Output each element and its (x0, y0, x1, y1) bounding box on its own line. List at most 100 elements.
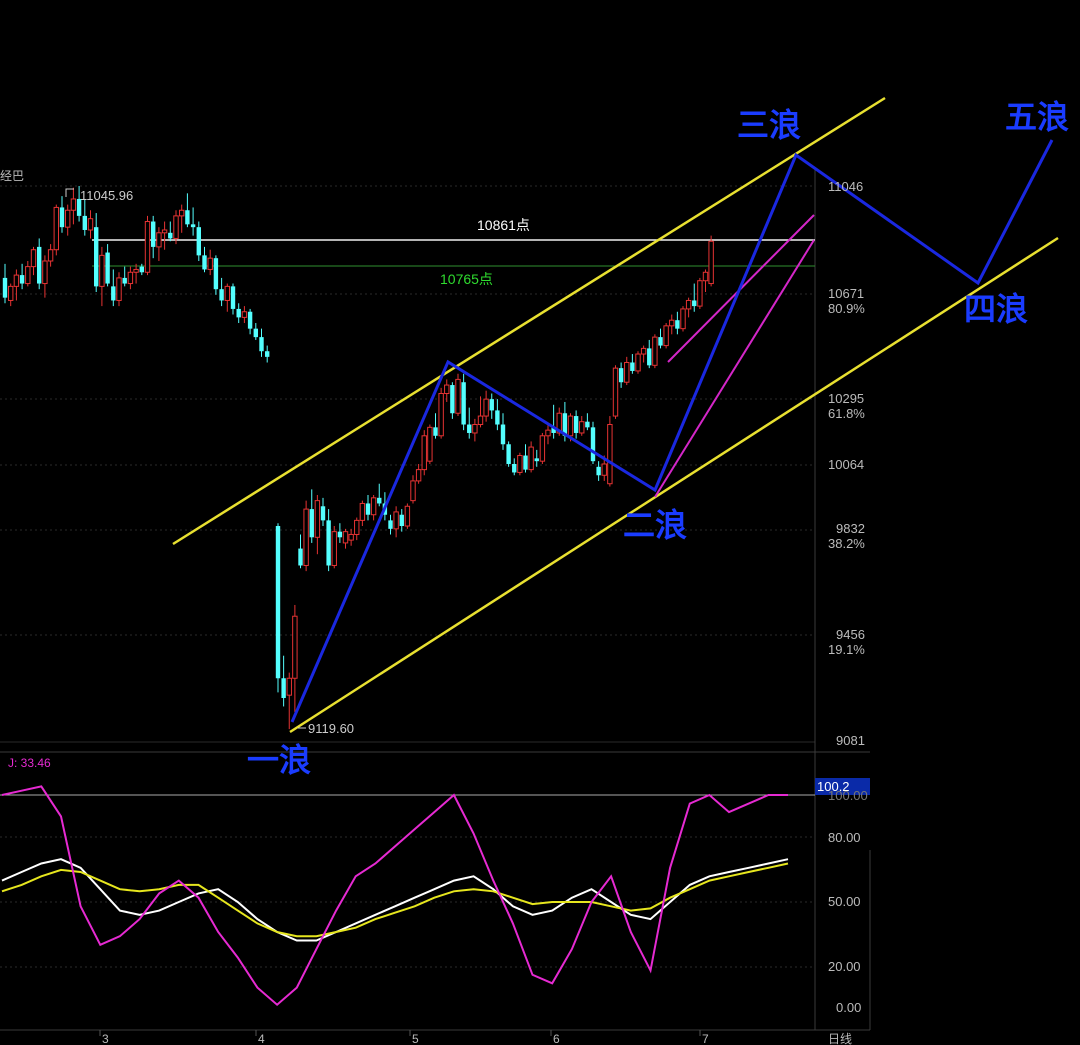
candle-body (708, 240, 714, 285)
candle-body (596, 466, 601, 476)
low-label: 9119.60 (308, 721, 354, 736)
wave-1-label: 一浪 (247, 742, 311, 778)
candle-body (25, 266, 31, 285)
candle-body (156, 232, 162, 248)
candle-body (122, 277, 127, 284)
candle-body (133, 268, 139, 273)
kdj-tick-label: 0.00 (836, 1000, 861, 1015)
candle (144, 215, 151, 276)
candle-body (517, 455, 523, 473)
candle-body (461, 382, 466, 425)
candle-body (144, 221, 151, 273)
period-label: 日线 (828, 1032, 852, 1045)
candle-body (65, 209, 71, 228)
candle (427, 424, 433, 464)
candle (506, 441, 511, 467)
candle-body (202, 255, 207, 270)
candle-body (477, 415, 484, 426)
candle-body (630, 362, 635, 371)
candle-body (337, 531, 343, 538)
candle-body (697, 280, 703, 307)
level-10861-label: 10861点 (477, 217, 530, 233)
candle-body (236, 308, 241, 318)
candle-body (59, 207, 65, 228)
wave-2-label: 二浪 (623, 507, 687, 543)
candle-body (185, 210, 190, 225)
candle-body (13, 274, 20, 287)
candle-body (37, 246, 42, 284)
candle-body (444, 384, 450, 395)
candle-body (647, 348, 652, 366)
candle-body (500, 424, 506, 445)
candle-body (207, 257, 213, 270)
candle-body (42, 260, 48, 285)
candle-body (94, 227, 99, 287)
candle-body (573, 416, 579, 433)
candle-body (528, 446, 534, 471)
wave-5-label: 五浪 (1005, 99, 1069, 135)
candle-body (658, 337, 663, 346)
candle-body (139, 266, 144, 273)
candle-body (404, 505, 411, 527)
kdj-tick-label: 50.00 (828, 894, 861, 909)
candle-body (489, 399, 494, 411)
candle-body (669, 319, 675, 327)
candle-body (230, 286, 236, 309)
wave-3-label: 三浪 (737, 107, 801, 143)
price-tick-label: 9832 (836, 521, 865, 536)
candle-body (675, 320, 680, 329)
candle-body (30, 249, 37, 268)
candle-body (99, 254, 105, 287)
candle-body (618, 368, 624, 383)
candle-body (111, 286, 116, 301)
candle-body (87, 218, 94, 231)
price-tick-pct: 38.2% (828, 536, 865, 551)
candle-body (47, 249, 54, 262)
candle-body (495, 410, 500, 425)
candle-body (247, 311, 253, 329)
price-tick-pct: 19.1% (828, 642, 865, 657)
wave-4-label: 四浪 (964, 291, 1028, 327)
candle-body (433, 427, 438, 436)
candle-body (281, 678, 286, 698)
candle-body (421, 435, 427, 471)
candle-body (314, 500, 321, 538)
candle-body (640, 347, 647, 355)
candle-body (612, 367, 619, 417)
chart-canvas: 10861点 10765点 一浪 二浪 三浪 四浪 五浪 11045.96 91… (0, 0, 1080, 1045)
kdj-j-value: J: 33.46 (8, 756, 51, 770)
candle-body (70, 198, 77, 211)
candle (697, 277, 703, 309)
candle (517, 452, 523, 476)
candle-body (298, 548, 303, 566)
kdj-tick-label: 100.00 (828, 788, 868, 803)
candle (303, 500, 309, 572)
candle-body (161, 229, 168, 234)
candle-body (370, 497, 377, 516)
candle-body (179, 209, 185, 217)
candle-body (241, 311, 248, 318)
candle (421, 430, 427, 476)
chart-title-fragment: 经巴 (0, 169, 24, 183)
candle-body (388, 520, 393, 529)
candle-body (105, 252, 110, 284)
candle-body (393, 511, 399, 530)
candle-body (127, 271, 134, 285)
candle-body (151, 221, 156, 247)
candle (680, 306, 686, 332)
candle (455, 373, 461, 417)
candle (652, 334, 658, 369)
month-label: 6 (553, 1032, 560, 1045)
candle-body (365, 503, 371, 515)
candle-body (259, 337, 264, 352)
kdj-tick-label: 20.00 (828, 959, 861, 974)
candle-body (116, 277, 122, 301)
candle-body (483, 398, 489, 417)
candle-body (292, 615, 298, 679)
candle (612, 365, 619, 419)
candle-body (190, 224, 196, 228)
candle-body (455, 378, 461, 414)
month-label: 4 (258, 1032, 265, 1045)
high-label: 11045.96 (80, 188, 133, 203)
kdj-tick-label: 80.00 (828, 830, 861, 845)
